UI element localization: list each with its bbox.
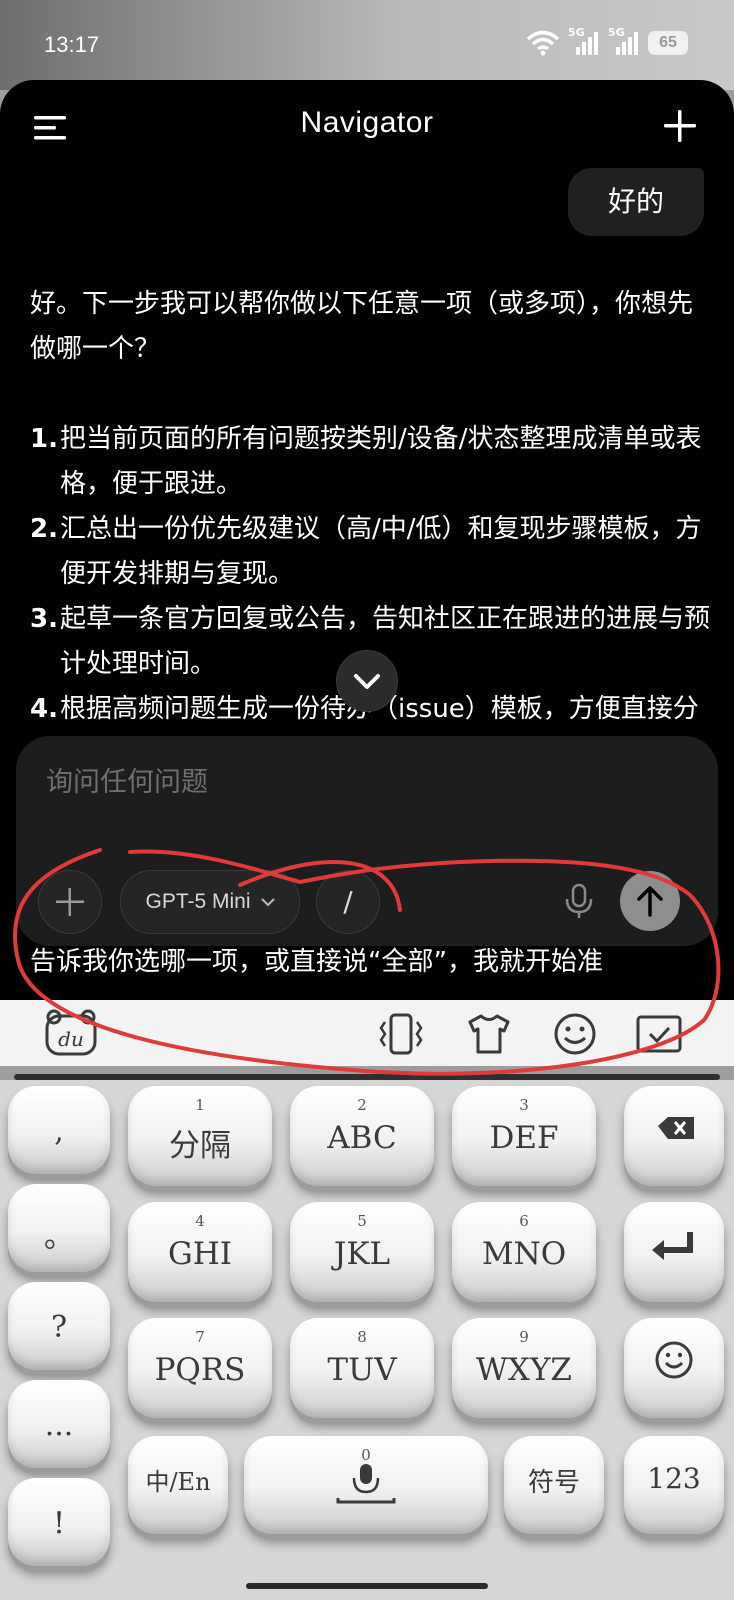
- question-key[interactable]: ?: [8, 1282, 110, 1370]
- backspace-icon: [658, 1117, 694, 1139]
- key-label: !: [52, 1506, 66, 1541]
- enter-icon: [652, 1232, 693, 1260]
- page-title: Navigator: [300, 106, 434, 139]
- emoji-key[interactable]: [624, 1318, 724, 1418]
- battery-icon: 65: [648, 31, 688, 55]
- key-label: ?: [50, 1310, 68, 1345]
- status-bar: 13:17 5G 5G 65: [0, 0, 734, 90]
- space-voice-key[interactable]: 0: [244, 1436, 488, 1534]
- key-label: DEF: [489, 1120, 559, 1156]
- attach-button[interactable]: [38, 870, 102, 934]
- model-selector[interactable]: GPT-5 Mini: [120, 870, 300, 934]
- key-label: TUV: [327, 1352, 397, 1388]
- microphone-icon[interactable]: [560, 882, 598, 920]
- key-label: PQRS: [154, 1352, 246, 1388]
- collapse-keyboard-icon[interactable]: [634, 1012, 684, 1056]
- key-digit: 4: [195, 1212, 205, 1230]
- keyboard-toolbar: du: [0, 1000, 734, 1066]
- list-item: 1. 把当前页面的所有问题按类别/设备/状态整理成清单或表格，便于跟进。: [30, 417, 710, 507]
- key-3[interactable]: 3 DEF: [452, 1086, 596, 1186]
- plus-icon: [56, 888, 84, 916]
- reply-closing-text: 告诉我你选哪一项，或直接说“全部”，我就开始准: [30, 947, 603, 977]
- home-indicator[interactable]: [246, 1583, 488, 1589]
- svg-text:du: du: [58, 1027, 84, 1051]
- chevron-down-icon: [354, 674, 380, 689]
- key-label: 中/En: [145, 1468, 211, 1496]
- key-label: ABC: [327, 1120, 397, 1156]
- exclamation-key[interactable]: !: [8, 1478, 110, 1566]
- numbers-key[interactable]: 123: [624, 1436, 724, 1534]
- item-text: 把当前页面的所有问题按类别/设备/状态整理成清单或表格，便于跟进。: [60, 424, 702, 499]
- reply-intro: 好。下一步我可以帮你做以下任意一项（或多项），你想先做哪一个？: [30, 289, 694, 364]
- key-label: JKL: [333, 1236, 391, 1272]
- key-digit: 3: [519, 1096, 529, 1114]
- key-2[interactable]: 2 ABC: [290, 1086, 434, 1186]
- key-7[interactable]: 7 PQRS: [128, 1318, 272, 1418]
- status-icons: 5G 5G 65: [526, 26, 688, 56]
- key-digit: 5: [357, 1212, 367, 1230]
- keyboard-logo-icon[interactable]: du: [44, 1008, 98, 1058]
- status-time: 13:17: [44, 32, 100, 57]
- arrow-up-icon: [637, 886, 663, 917]
- reply-options-list: 1. 把当前页面的所有问题按类别/设备/状态整理成清单或表格，便于跟进。 2. 汇总…: [30, 417, 710, 777]
- key-digit: 6: [519, 1212, 529, 1230]
- backspace-key[interactable]: [624, 1086, 724, 1186]
- list-item: 2. 汇总出一份优先级建议（高/中/低）和复现步骤模板，方便开发排期与复现。: [30, 507, 710, 597]
- new-chat-plus-icon[interactable]: [660, 106, 700, 146]
- ellipsis-key[interactable]: ...: [8, 1380, 110, 1468]
- send-button[interactable]: [620, 871, 680, 931]
- key-label: MNO: [481, 1236, 567, 1272]
- key-label: 123: [647, 1462, 701, 1495]
- item-number: 1.: [30, 424, 58, 454]
- slash-command-button[interactable]: /: [316, 870, 380, 934]
- key-label: ,: [54, 1114, 64, 1149]
- key-5[interactable]: 5 JKL: [290, 1202, 434, 1302]
- signal-1: 5G: [568, 26, 600, 56]
- key-label: WXYZ: [476, 1352, 572, 1388]
- key-digit: 9: [519, 1328, 529, 1346]
- period-key[interactable]: 。: [8, 1184, 110, 1272]
- smiley-icon: [655, 1341, 693, 1379]
- signal-icon: [616, 32, 638, 55]
- wifi-icon: [526, 30, 560, 56]
- key-digit: 8: [357, 1328, 367, 1346]
- key-6[interactable]: 6 MNO: [452, 1202, 596, 1302]
- comma-key[interactable]: ,: [8, 1086, 110, 1174]
- key-label: 分隔: [169, 1128, 231, 1164]
- message-input[interactable]: [44, 756, 648, 808]
- enter-key[interactable]: [624, 1202, 724, 1302]
- signal-icon: [576, 32, 598, 55]
- key-label: 符号: [527, 1468, 580, 1498]
- composer: GPT-5 Mini /: [16, 736, 718, 946]
- key-label: ...: [44, 1408, 74, 1443]
- item-text: 汇总出一份优先级建议（高/中/低）和复现步骤模板，方便开发排期与复现。: [60, 514, 702, 589]
- key-digit: 1: [195, 1096, 205, 1114]
- key-label: GHI: [167, 1236, 233, 1272]
- key-digit: 2: [357, 1096, 367, 1114]
- emoji-icon[interactable]: [550, 1012, 600, 1056]
- key-digit: 7: [195, 1328, 205, 1346]
- key-9[interactable]: 9 WXYZ: [452, 1318, 596, 1418]
- user-message-bubble: 好的: [568, 168, 704, 236]
- signal-2: 5G: [608, 26, 640, 56]
- key-label: 。: [44, 1220, 74, 1255]
- key-8[interactable]: 8 TUV: [290, 1318, 434, 1418]
- key-1[interactable]: 1 分隔: [128, 1086, 272, 1186]
- skin-shirt-icon[interactable]: [464, 1012, 514, 1056]
- scroll-to-bottom-button[interactable]: [336, 650, 398, 712]
- model-label: GPT-5 Mini: [145, 890, 251, 913]
- item-number: 4.: [30, 694, 58, 724]
- vibration-icon[interactable]: [376, 1012, 426, 1056]
- language-switch-key[interactable]: 中/En: [128, 1436, 228, 1534]
- microphone-icon: [336, 1464, 396, 1504]
- item-number: 2.: [30, 514, 58, 544]
- key-4[interactable]: 4 GHI: [128, 1202, 272, 1302]
- keyboard: , 。 ? ... ! 1 分隔 2 ABC 3 DEF 4 GHI 5 JKL 6 MNO…: [0, 1080, 734, 1600]
- item-number: 3.: [30, 604, 58, 634]
- chevron-down-icon: [260, 898, 275, 907]
- chat-app: Navigator 好的 好。下一步我可以帮你做以下任意一项（或多项），你想先做…: [0, 80, 734, 1000]
- symbol-key[interactable]: 符号: [504, 1436, 604, 1534]
